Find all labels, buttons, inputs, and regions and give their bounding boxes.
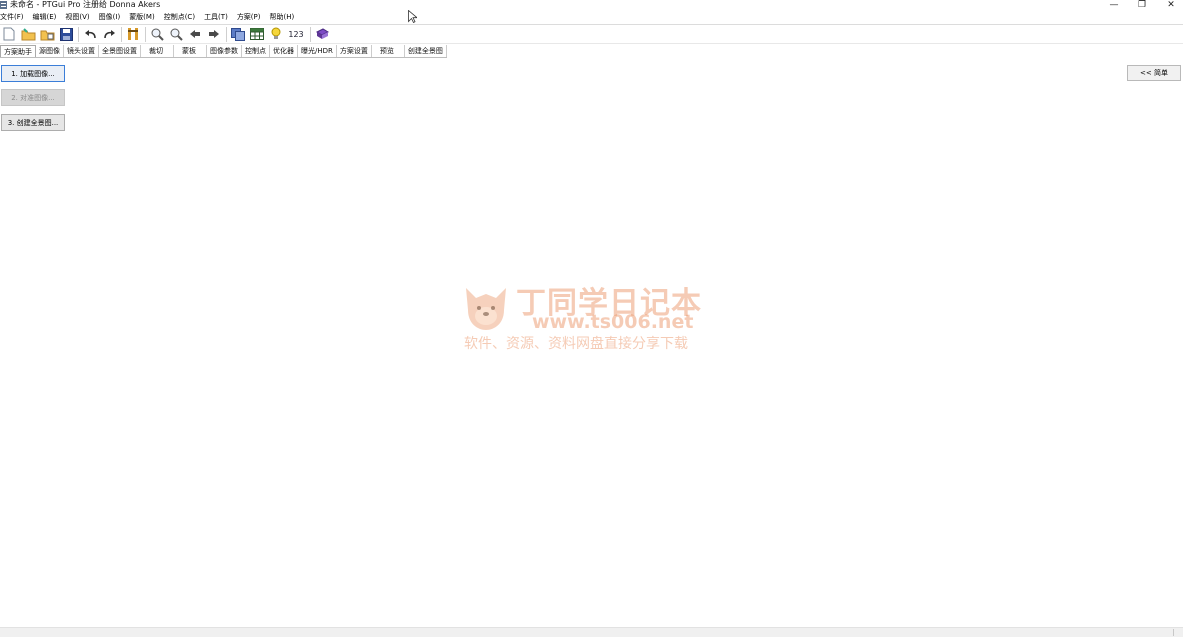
tab-crop[interactable]: 裁切 (141, 45, 174, 57)
tab-mask[interactable]: 蒙板 (174, 45, 207, 57)
arrow-left-icon[interactable] (187, 26, 203, 42)
watermark-url: www.ts006.net (532, 311, 694, 333)
menu-control-points[interactable]: 控制点(C) (164, 11, 195, 23)
toolbar: 123 (0, 24, 1183, 44)
menu-images[interactable]: 图像(I) (99, 11, 121, 23)
status-bar-divider (1173, 629, 1174, 636)
menu-view[interactable]: 视图(V) (65, 11, 89, 23)
tab-source-images[interactable]: 源图像 (36, 45, 64, 57)
toolbar-separator (310, 26, 311, 42)
zoom-out-icon[interactable] (168, 26, 184, 42)
title-bar: 未命名 - PTGui Pro 注册给 Donna Akers — ❐ ✕ (0, 0, 1183, 11)
close-button[interactable]: ✕ (1159, 0, 1183, 10)
tab-preview[interactable]: 预览 (372, 45, 405, 57)
shiba-dog-logo (466, 288, 506, 330)
window-title: 未命名 - PTGui Pro 注册给 Donna Akers (10, 0, 161, 9)
panorama-tools-icon[interactable] (125, 26, 141, 42)
status-bar (0, 627, 1183, 637)
toolbar-separator (78, 26, 79, 42)
menu-tools[interactable]: 工具(T) (204, 11, 228, 23)
menu-file[interactable]: 文件(F) (0, 11, 24, 23)
tab-project-assistant[interactable]: 方案助手 (0, 45, 36, 57)
watermark-subtitle: 软件、资源、资料网盘直接分享下载 (464, 336, 688, 352)
load-images-button[interactable]: 1. 加载图像... (1, 65, 65, 82)
tab-create-panorama[interactable]: 创建全景图 (405, 45, 447, 57)
menu-project[interactable]: 方案(P) (237, 11, 261, 23)
tab-project-settings[interactable]: 方案设置 (337, 45, 372, 57)
tab-exposure-hdr[interactable]: 曝光/HDR (298, 45, 337, 57)
menu-bar: 文件(F) 编辑(E) 视图(V) 图像(I) 蒙版(M) 控制点(C) 工具(… (0, 11, 1183, 23)
mouse-cursor-icon (408, 10, 417, 23)
lightbulb-icon[interactable] (268, 26, 284, 42)
toolbar-separator (145, 26, 146, 42)
tab-lens-settings[interactable]: 镜头设置 (64, 45, 99, 57)
tab-control-points[interactable]: 控制点 (242, 45, 270, 57)
tab-bar: 方案助手 源图像 镜头设置 全景图设置 裁切 蒙板 图像参数 控制点 优化器 曝… (0, 45, 447, 58)
table-icon[interactable] (249, 26, 265, 42)
tab-optimizer[interactable]: 优化器 (270, 45, 298, 57)
save-icon[interactable] (58, 26, 74, 42)
batch-stitcher-icon[interactable] (314, 26, 330, 42)
toolbar-separator (226, 26, 227, 42)
arrow-right-icon[interactable] (206, 26, 222, 42)
redo-icon[interactable] (101, 26, 117, 42)
app-icon (0, 1, 7, 9)
undo-icon[interactable] (82, 26, 98, 42)
numbers-button[interactable]: 123 (287, 30, 305, 39)
menu-edit[interactable]: 编辑(E) (33, 11, 57, 23)
open-folder-icon[interactable] (20, 26, 36, 42)
panorama-editor-icon[interactable] (230, 26, 246, 42)
menu-help[interactable]: 帮助(H) (270, 11, 295, 23)
toolbar-separator (121, 26, 122, 42)
tab-panorama-settings[interactable]: 全景图设置 (99, 45, 141, 57)
simple-mode-button[interactable]: << 简单 (1127, 65, 1181, 81)
tab-image-parameters[interactable]: 图像参数 (207, 45, 242, 57)
restore-button[interactable]: ❐ (1130, 0, 1154, 10)
create-panorama-button[interactable]: 3. 创建全景图... (1, 114, 65, 131)
new-file-icon[interactable] (1, 26, 17, 42)
open-recent-icon[interactable] (39, 26, 55, 42)
watermark: 丁同学日记本 www.ts006.net 软件、资源、资料网盘直接分享下载 (460, 278, 720, 358)
align-images-button[interactable]: 2. 对准图像... (1, 89, 65, 106)
menu-mask[interactable]: 蒙版(M) (129, 11, 155, 23)
minimize-button[interactable]: — (1102, 0, 1126, 10)
zoom-in-icon[interactable] (149, 26, 165, 42)
